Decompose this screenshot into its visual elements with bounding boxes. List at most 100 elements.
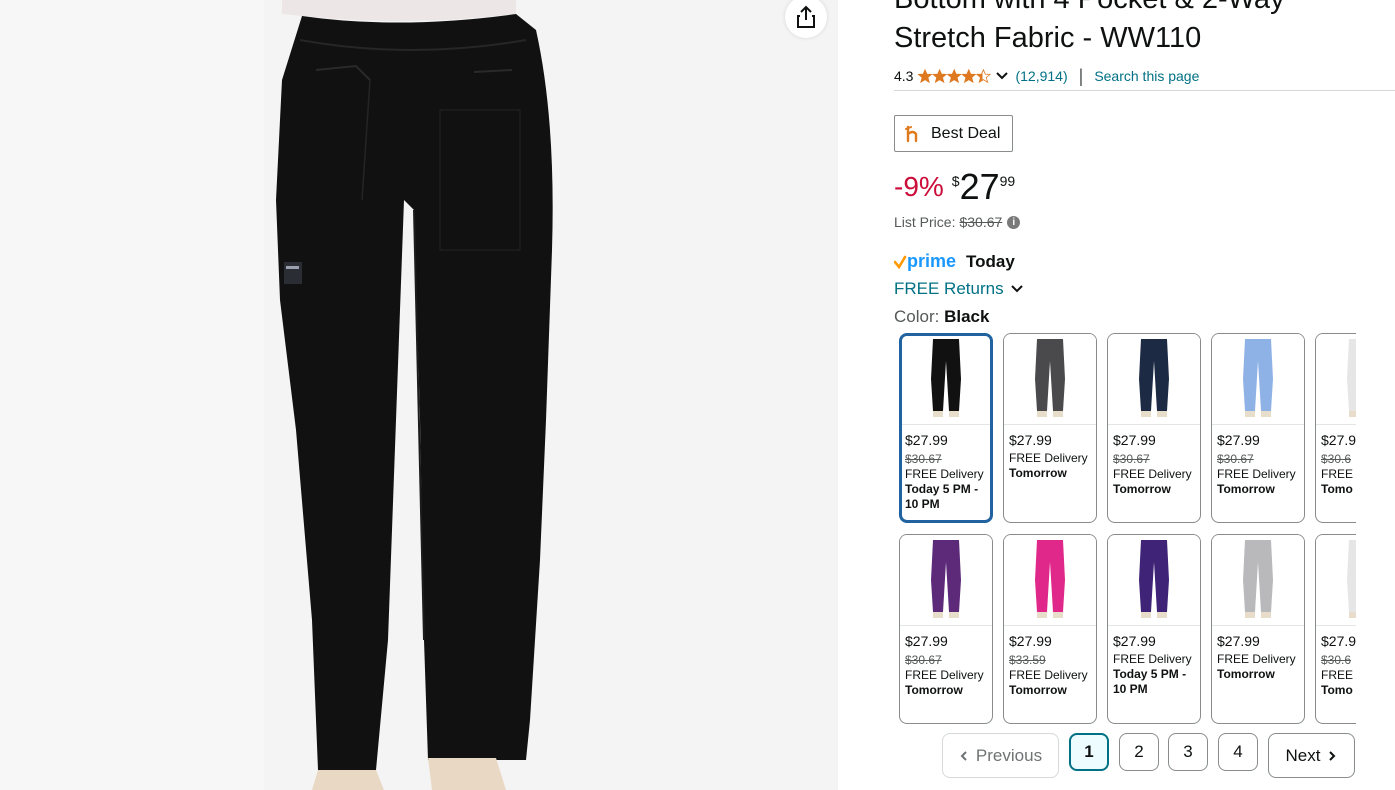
swatch-thumbnail — [1004, 334, 1096, 425]
swatch-list-price: $30.6 — [1321, 452, 1352, 466]
divider — [894, 90, 1395, 91]
swatch-delivery: FREE D — [1321, 668, 1356, 682]
swatch-delivery-time: Tomo — [1321, 683, 1353, 697]
price-fraction: 99 — [999, 173, 1016, 189]
swatch-list-price: $33.59 — [1009, 653, 1046, 667]
page-button-1[interactable]: 1 — [1069, 733, 1109, 771]
list-price-label: List Price: — [894, 214, 956, 230]
swatch-delivery-time: Tomorrow — [1113, 482, 1171, 496]
price-whole: 27 — [959, 166, 1000, 207]
swatch-info: $27.99 $30.67 FREE Delivery Tomorrow — [900, 626, 992, 698]
swatch-delivery-time: Today 5 PM - — [1113, 667, 1187, 681]
rating-value: 4.3 — [894, 68, 914, 84]
swatch-list-price: $30.67 — [1113, 452, 1150, 466]
next-page-button[interactable]: Next — [1268, 733, 1355, 778]
star-rating-icon[interactable] — [918, 68, 1009, 84]
swatch-thumbnail — [1004, 535, 1096, 626]
color-swatch[interactable]: $27.99 $30.67 FREE Delivery Tomorrow — [1211, 333, 1305, 523]
rating-separator: | — [1078, 65, 1084, 86]
swatch-price: $27.99 — [1009, 633, 1052, 649]
free-returns-label: FREE Returns — [894, 279, 1004, 298]
product-title-line-1: Bottom with 4 Pocket & 2-Way — [894, 0, 1395, 19]
swatch-thumbnail — [900, 535, 992, 626]
page-number: 2 — [1134, 742, 1144, 761]
swatch-delivery: FREE Delivery — [1009, 668, 1088, 682]
star-icon — [932, 68, 948, 84]
page-button-4[interactable]: 4 — [1218, 733, 1258, 771]
swatch-price: $27.99 — [905, 432, 948, 448]
price-currency: $ — [951, 173, 960, 189]
swatch-price: $27.99 — [905, 633, 948, 649]
prime-brand-text: prime — [907, 252, 956, 271]
selected-color-row: Color: Black — [894, 307, 989, 327]
color-swatch[interactable]: $27.99 FREE Delivery Today 5 PM -10 PM — [1107, 534, 1201, 724]
swatch-delivery: FREE Delivery — [1113, 652, 1192, 666]
chevron-down-icon[interactable] — [995, 71, 1009, 81]
rating-count-link[interactable]: (12,914) — [1015, 68, 1067, 84]
price-row: -9% $ 27 99 — [894, 166, 1015, 208]
star-icon — [961, 68, 977, 84]
chevron-left-icon — [960, 750, 967, 761]
swatch-price: $27.99 — [1009, 432, 1052, 448]
swatch-price: $27.99 — [1113, 633, 1156, 649]
stars-graphic — [918, 68, 992, 84]
color-swatch[interactable]: $27.9 $30.6FREE DTomo — [1315, 534, 1356, 724]
swatch-delivery-time: Tomorrow — [1009, 466, 1067, 480]
swatch-info: $27.99 FREE Delivery Tomorrow — [1004, 425, 1096, 481]
swatch-price: $27.9 — [1321, 432, 1356, 448]
swatch-delivery: FREE Delivery — [905, 668, 984, 682]
swatch-delivery-time: Tomorrow — [1217, 482, 1275, 496]
swatch-list-price: $30.6 — [1321, 653, 1352, 667]
swatch-delivery: FREE D — [1321, 467, 1356, 481]
color-swatch[interactable]: $27.99 $30.67 FREE Delivery Tomorrow — [899, 534, 993, 724]
swatch-delivery: FREE Delivery — [1009, 451, 1088, 465]
color-swatch[interactable]: $27.99 $33.59 FREE Delivery Tomorrow — [1003, 534, 1097, 724]
product-title-line-2: Stretch Fabric - WW110 — [894, 22, 1202, 54]
swatch-delivery: FREE Delivery — [1217, 467, 1296, 481]
best-deal-badge: Best Deal — [894, 115, 1014, 152]
color-swatch[interactable]: $27.99 FREE Delivery Tomorrow — [1003, 333, 1097, 523]
swatch-thumbnail — [902, 336, 990, 425]
swatch-thumbnail — [1108, 334, 1200, 425]
page-number: 4 — [1233, 742, 1243, 761]
star-icon — [918, 68, 934, 84]
page-button-2[interactable]: 2 — [1119, 733, 1159, 771]
color-swatch[interactable]: $27.9 $30.6FREE DTomo — [1315, 333, 1356, 523]
list-price-row: List Price: $30.67 i — [894, 214, 1021, 230]
swatch-list-price: $30.67 — [905, 452, 942, 466]
swatch-price: $27.99 — [1113, 432, 1156, 448]
swatch-pagination: Previous 1 2 3 4 Next — [894, 733, 1395, 779]
swatch-delivery-time-2: 10 PM — [1113, 682, 1148, 696]
info-icon[interactable]: i — [1007, 215, 1021, 229]
swatch-info: $27.9 $30.6FREE DTomo — [1316, 425, 1356, 497]
product-title: Bottom with 4 Pocket & 2-Way Stretch Fab… — [894, 0, 1395, 58]
color-value: Black — [944, 307, 990, 326]
color-swatch[interactable]: $27.99 $30.67 FREE Delivery Tomorrow — [1107, 333, 1201, 523]
previous-page-button[interactable]: Previous — [942, 733, 1059, 778]
previous-label: Previous — [975, 745, 1043, 765]
list-price-value: $30.67 — [959, 214, 1003, 230]
swatch-thumbnail — [1316, 535, 1356, 626]
deal-icon — [905, 125, 918, 142]
swatch-info: $27.9 $30.6FREE DTomo — [1316, 626, 1356, 698]
swatch-price: $27.9 — [1321, 633, 1356, 649]
swatch-delivery-time-2: 10 PM — [905, 497, 940, 511]
search-this-page-link[interactable]: Search this page — [1094, 68, 1199, 84]
color-swatch[interactable]: $27.99 $30.67 FREE Delivery Today 5 PM -10 … — [899, 333, 993, 523]
swatch-thumbnail — [1212, 535, 1304, 626]
swatch-list-price: $30.67 — [1217, 452, 1254, 466]
swatch-info: $27.99 $30.67 FREE Delivery Tomorrow — [1108, 425, 1200, 497]
swatch-delivery: FREE Delivery — [1217, 652, 1296, 666]
main-product-photo[interactable] — [0, 0, 838, 790]
swatch-info: $27.99 FREE Delivery Tomorrow — [1212, 626, 1304, 682]
page-number: 3 — [1183, 742, 1193, 761]
color-swatch[interactable]: $27.99 FREE Delivery Tomorrow — [1211, 534, 1305, 724]
swatch-info: $27.99 $33.59 FREE Delivery Tomorrow — [1004, 626, 1096, 698]
swatch-delivery: FREE Delivery — [905, 467, 984, 481]
swatch-delivery-time: Tomorrow — [905, 683, 963, 697]
swatch-delivery: FREE Delivery — [1113, 467, 1192, 481]
swatch-delivery-time: Tomorrow — [1217, 667, 1275, 681]
free-returns-link[interactable]: FREE Returns — [894, 279, 1024, 299]
page-button-3[interactable]: 3 — [1168, 733, 1208, 771]
prime-logo-icon: prime — [894, 252, 956, 271]
